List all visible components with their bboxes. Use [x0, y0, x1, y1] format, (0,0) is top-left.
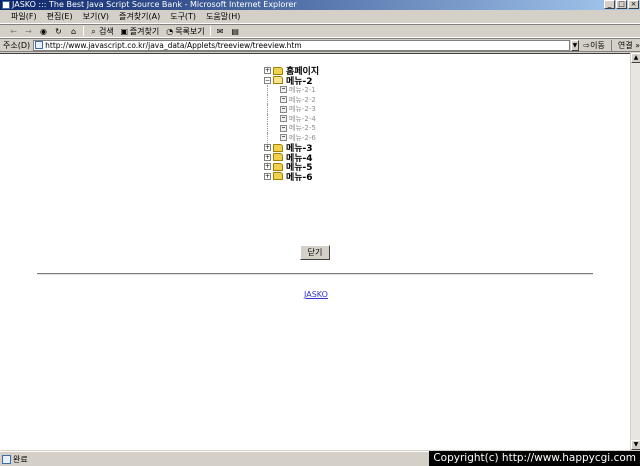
menu-file[interactable]: 파일(F) [6, 11, 42, 22]
favorites-button[interactable]: ▣ 즐겨찾기 [117, 26, 162, 37]
history-label: 목록보기 [175, 26, 205, 36]
address-url: http://www.javascript.co.kr/java_data/Ap… [45, 40, 302, 50]
open-folder-icon [273, 76, 283, 85]
document-icon [280, 124, 287, 132]
links-button[interactable]: 연결 » [610, 39, 640, 51]
forward-button[interactable]: → [21, 27, 36, 36]
tree-folder[interactable]: + 메뉴-6 [264, 172, 319, 183]
favorites-label: 즐겨찾기 [129, 26, 160, 36]
search-label: 검색 [99, 26, 114, 36]
stop-icon: ◉ [40, 26, 47, 36]
back-button[interactable]: ← [6, 27, 21, 36]
page-icon [35, 41, 44, 49]
folder-icon [273, 153, 283, 162]
mail-icon: ✉ [216, 26, 224, 36]
refresh-button[interactable]: ↻ [51, 27, 66, 36]
expand-icon[interactable]: + [264, 153, 271, 161]
tree-leaf[interactable]: 메뉴-2-3 [264, 104, 319, 114]
search-button[interactable]: ⌕ 검색 [86, 26, 117, 37]
document-icon [280, 86, 287, 94]
status-text: 완료 [13, 454, 28, 464]
minimize-button[interactable]: _ [604, 0, 615, 9]
document-icon [280, 115, 287, 123]
menu-bar: 파일(F) 편집(E) 보기(V) 즐겨찾기(A) 도구(T) 도움말(H) [0, 10, 640, 24]
menu-view[interactable]: 보기(V) [78, 11, 114, 22]
go-button[interactable]: ⇨이동 [579, 40, 608, 51]
print-button[interactable]: ▤ [228, 27, 243, 36]
page-content: + 홈페이지 − 메뉴-2 메뉴-2-1 메뉴-2-2 메뉴-2-3 메뉴-2-… [0, 53, 630, 450]
scroll-down-button[interactable]: ▼ [631, 440, 640, 450]
close-window-button[interactable]: × [628, 0, 639, 9]
window-controls: _ □ × [604, 0, 639, 9]
tree-leaf[interactable]: 메뉴-2-1 [264, 85, 319, 95]
scroll-up-button[interactable]: ▲ [631, 53, 640, 63]
favorites-icon: ▣ [120, 26, 129, 36]
print-icon: ▤ [231, 26, 239, 36]
menu-favorites[interactable]: 즐겨찾기(A) [114, 11, 165, 22]
tree-leaf[interactable]: 메뉴-2-5 [264, 123, 319, 134]
tree-view: + 홈페이지 − 메뉴-2 메뉴-2-1 메뉴-2-2 메뉴-2-3 메뉴-2-… [264, 66, 319, 183]
vertical-scrollbar[interactable]: ▲ ▼ [630, 53, 640, 450]
copyright-watermark: Copyright(c) http://www.happycgi.com [429, 451, 640, 466]
toolbar-separator [83, 26, 84, 36]
folder-icon [273, 66, 283, 75]
tree-folder[interactable]: − 메뉴-2 [264, 76, 319, 87]
expand-icon[interactable]: + [264, 67, 271, 75]
home-button[interactable]: ⌂ [66, 27, 81, 36]
address-bar: 주소(D) http://www.javascript.co.kr/java_d… [0, 38, 640, 52]
collapse-icon[interactable]: − [264, 76, 271, 84]
window-title-bar: JASKO ::: The Best Java Script Source Ba… [0, 0, 640, 10]
ie-icon [2, 1, 10, 9]
folder-icon [273, 162, 283, 171]
leaf-label: 메뉴-2-3 [289, 105, 316, 114]
menu-tools[interactable]: 도구(T) [165, 11, 201, 22]
forward-arrow-icon: → [25, 26, 32, 36]
refresh-icon: ↻ [55, 26, 62, 36]
tree-leaf[interactable]: 메뉴-2-4 [264, 113, 319, 124]
mail-button[interactable]: ✉ [213, 27, 228, 36]
address-input[interactable]: http://www.javascript.co.kr/java_data/Ap… [33, 39, 570, 51]
horizontal-divider [37, 273, 593, 275]
history-button[interactable]: ◔ 목록보기 [162, 26, 207, 37]
close-button[interactable]: 닫기 [300, 245, 330, 260]
leaf-label: 메뉴-2-4 [289, 114, 316, 123]
tree-leaf[interactable]: 메뉴-2-2 [264, 94, 319, 105]
page-done-icon [2, 454, 11, 464]
document-icon [280, 105, 287, 113]
go-label: 이동 [590, 40, 605, 50]
home-icon: ⌂ [70, 26, 77, 36]
window-title: JASKO ::: The Best Java Script Source Ba… [12, 0, 297, 9]
folder-icon [273, 143, 283, 152]
search-icon: ⌕ [91, 26, 96, 36]
stop-button[interactable]: ◉ [36, 27, 51, 36]
address-dropdown-button[interactable]: ▼ [570, 39, 580, 51]
folder-label: 메뉴-6 [286, 172, 313, 183]
leaf-label: 메뉴-2-5 [289, 124, 316, 133]
menu-help[interactable]: 도움말(H) [201, 11, 245, 22]
leaf-label: 메뉴-2-2 [289, 95, 316, 104]
standard-toolbar: ← → ◉ ↻ ⌂ ⌕ 검색 ▣ 즐겨찾기 ◔ 목록보기 ✉ ▤ [0, 24, 640, 38]
expand-icon[interactable]: + [264, 172, 271, 180]
history-icon: ◔ [166, 26, 174, 36]
maximize-button[interactable]: □ [616, 0, 627, 9]
folder-icon [273, 172, 283, 181]
document-icon [280, 96, 287, 104]
toolbar-separator [209, 26, 211, 36]
leaf-label: 메뉴-2-1 [289, 85, 316, 94]
jasko-link[interactable]: JASKO [304, 290, 328, 299]
menu-edit[interactable]: 편집(E) [42, 11, 78, 22]
back-arrow-icon: ← [10, 26, 17, 36]
expand-icon[interactable]: + [264, 144, 271, 152]
expand-icon[interactable]: + [264, 163, 271, 171]
address-label: 주소(D) [3, 40, 31, 50]
